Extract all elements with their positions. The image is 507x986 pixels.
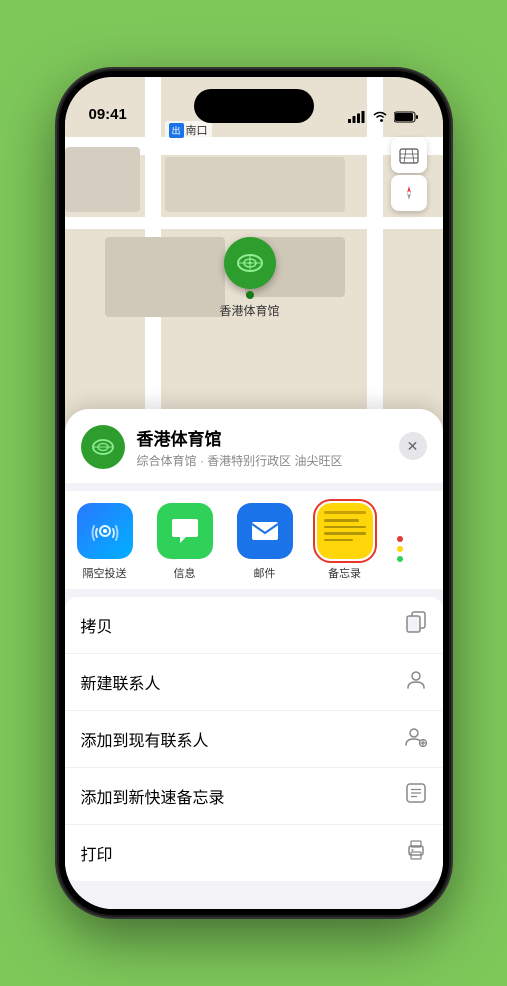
message-icon [168, 515, 202, 547]
venue-close-button[interactable]: ✕ [399, 432, 427, 460]
compass-button[interactable] [391, 175, 427, 211]
print-label: 打印 [81, 841, 113, 865]
mail-label: 邮件 [254, 565, 276, 581]
mail-icon [248, 514, 282, 548]
phone-screen: 09:41 [65, 77, 443, 909]
share-row: 隔空投送 信息 [65, 491, 443, 589]
share-item-mail[interactable]: 邮件 [225, 503, 305, 581]
airdrop-icon [89, 515, 121, 547]
share-item-message[interactable]: 信息 [145, 503, 225, 581]
menu-section: 拷贝 新建联系人 [65, 597, 443, 881]
new-contact-icon [405, 668, 427, 696]
phone-frame: 09:41 [59, 71, 449, 915]
compass-icon [400, 184, 418, 202]
dynamic-island [194, 89, 314, 123]
copy-label: 拷贝 [81, 613, 113, 637]
stadium-icon [234, 247, 266, 279]
new-contact-label: 新建联系人 [81, 670, 161, 694]
bottom-sheet: 香港体育馆 综合体育馆 · 香港特别行政区 油尖旺区 ✕ [65, 409, 443, 909]
venue-info: 香港体育馆 综合体育馆 · 香港特别行政区 油尖旺区 [137, 425, 427, 469]
pin-dot [246, 291, 254, 299]
quick-note-label: 添加到新快速备忘录 [81, 784, 225, 808]
menu-item-copy[interactable]: 拷贝 [65, 597, 443, 654]
message-label: 信息 [174, 565, 196, 581]
signal-icon [348, 111, 366, 123]
quick-note-icon [405, 782, 427, 810]
menu-item-print[interactable]: 打印 [65, 825, 443, 881]
venue-header: 香港体育馆 综合体育馆 · 香港特别行政区 油尖旺区 ✕ [65, 409, 443, 483]
venue-stadium-icon [89, 433, 117, 461]
status-time: 09:41 [89, 106, 127, 123]
pin-label: 香港体育馆 [220, 302, 280, 319]
pin-circle [224, 237, 276, 289]
airdrop-icon-wrap [77, 503, 133, 559]
wifi-icon [372, 111, 388, 123]
map-controls[interactable] [391, 137, 427, 211]
more-dots [397, 536, 403, 562]
venue-icon [81, 425, 125, 469]
venue-subtitle: 综合体育馆 · 香港特别行政区 油尖旺区 [137, 452, 427, 469]
airdrop-label: 隔空投送 [83, 565, 127, 581]
status-icons [348, 111, 419, 123]
map-type-button[interactable] [391, 137, 427, 173]
copy-icon [405, 611, 427, 639]
share-item-airdrop[interactable]: 隔空投送 [65, 503, 145, 581]
notes-app-icon [317, 503, 373, 559]
battery-icon [394, 111, 419, 123]
add-contact-label: 添加到现有联系人 [81, 727, 209, 751]
share-item-notes[interactable]: 备忘录 [305, 503, 385, 581]
notes-icon-wrap [317, 503, 373, 559]
venue-name: 香港体育馆 [137, 425, 427, 450]
menu-item-new-contact[interactable]: 新建联系人 [65, 654, 443, 711]
map-icon [399, 145, 419, 165]
stadium-pin[interactable]: 香港体育馆 [220, 237, 280, 319]
menu-item-add-contact[interactable]: 添加到现有联系人 [65, 711, 443, 768]
notes-label: 备忘录 [328, 565, 361, 581]
print-icon [405, 839, 427, 867]
menu-item-quick-note[interactable]: 添加到新快速备忘录 [65, 768, 443, 825]
message-icon-wrap [157, 503, 213, 559]
add-contact-icon [405, 725, 427, 753]
mail-icon-wrap [237, 503, 293, 559]
share-item-more[interactable] [385, 522, 415, 562]
